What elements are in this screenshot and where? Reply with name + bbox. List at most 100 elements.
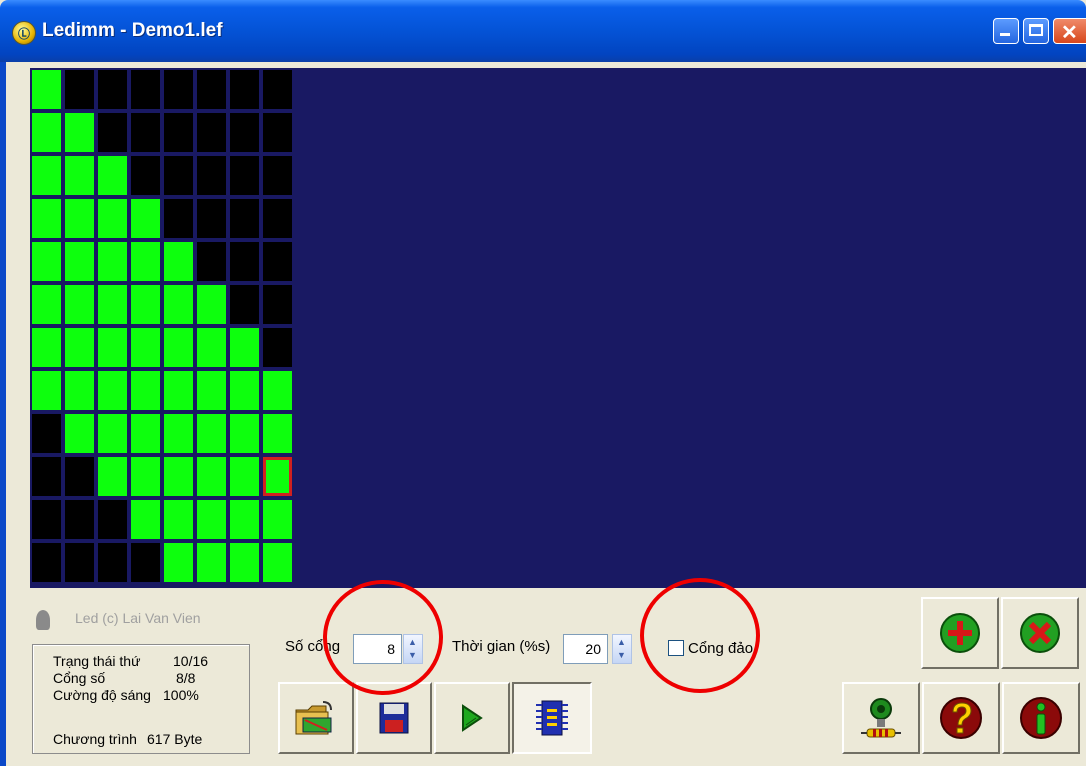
led-cell[interactable] bbox=[32, 199, 61, 238]
time-stepper[interactable]: ▲ ▼ bbox=[612, 634, 632, 664]
led-cell[interactable] bbox=[32, 500, 61, 539]
led-cell[interactable] bbox=[164, 457, 193, 496]
time-input[interactable]: 20 bbox=[563, 634, 608, 664]
chevron-up-icon[interactable]: ▲ bbox=[617, 638, 626, 647]
play-button[interactable] bbox=[434, 682, 510, 754]
led-cell[interactable] bbox=[65, 328, 94, 367]
close-button[interactable]: ✕ bbox=[1053, 18, 1086, 44]
led-cell[interactable] bbox=[197, 242, 226, 281]
led-cell[interactable] bbox=[263, 242, 292, 281]
led-cell[interactable] bbox=[230, 543, 259, 582]
led-cell[interactable] bbox=[98, 156, 127, 195]
hardware-button[interactable] bbox=[842, 682, 920, 754]
led-cell[interactable] bbox=[131, 199, 160, 238]
led-cell[interactable] bbox=[131, 70, 160, 109]
led-cell[interactable] bbox=[65, 285, 94, 324]
led-cell[interactable] bbox=[230, 414, 259, 453]
led-cell[interactable] bbox=[65, 156, 94, 195]
led-cell[interactable] bbox=[164, 199, 193, 238]
led-cell[interactable] bbox=[164, 500, 193, 539]
led-cell[interactable] bbox=[65, 500, 94, 539]
led-cell[interactable] bbox=[98, 113, 127, 152]
led-cell[interactable] bbox=[164, 328, 193, 367]
led-cell[interactable] bbox=[65, 457, 94, 496]
led-cell[interactable] bbox=[164, 156, 193, 195]
led-cell[interactable] bbox=[263, 543, 292, 582]
help-button[interactable] bbox=[922, 682, 1000, 754]
led-cell[interactable] bbox=[131, 543, 160, 582]
led-cell[interactable] bbox=[263, 199, 292, 238]
led-cell[interactable] bbox=[131, 371, 160, 410]
led-cell[interactable] bbox=[263, 371, 292, 410]
led-cell[interactable] bbox=[32, 113, 61, 152]
led-cell[interactable] bbox=[263, 500, 292, 539]
led-cell[interactable] bbox=[32, 457, 61, 496]
led-cell[interactable] bbox=[32, 328, 61, 367]
led-cell[interactable] bbox=[230, 156, 259, 195]
led-cell[interactable] bbox=[263, 285, 292, 324]
led-cell[interactable] bbox=[32, 242, 61, 281]
led-cell[interactable] bbox=[98, 500, 127, 539]
led-cell[interactable] bbox=[263, 414, 292, 453]
led-cell[interactable] bbox=[131, 285, 160, 324]
led-cell[interactable] bbox=[263, 328, 292, 367]
led-cell[interactable] bbox=[263, 457, 292, 496]
led-cell[interactable] bbox=[197, 328, 226, 367]
led-cell[interactable] bbox=[197, 113, 226, 152]
led-cell[interactable] bbox=[230, 457, 259, 496]
led-cell[interactable] bbox=[32, 285, 61, 324]
open-button[interactable] bbox=[278, 682, 354, 754]
led-cell[interactable] bbox=[32, 414, 61, 453]
led-cell[interactable] bbox=[98, 285, 127, 324]
led-cell[interactable] bbox=[32, 156, 61, 195]
led-cell[interactable] bbox=[65, 199, 94, 238]
led-cell[interactable] bbox=[230, 70, 259, 109]
led-matrix[interactable] bbox=[32, 70, 296, 586]
led-cell[interactable] bbox=[263, 113, 292, 152]
led-cell[interactable] bbox=[164, 543, 193, 582]
led-cell[interactable] bbox=[263, 156, 292, 195]
led-cell[interactable] bbox=[197, 500, 226, 539]
led-cell[interactable] bbox=[197, 457, 226, 496]
led-cell[interactable] bbox=[164, 371, 193, 410]
delete-button[interactable] bbox=[1001, 597, 1079, 669]
minimize-button[interactable] bbox=[993, 18, 1019, 44]
led-cell[interactable] bbox=[230, 371, 259, 410]
led-cell[interactable] bbox=[98, 543, 127, 582]
led-cell[interactable] bbox=[65, 70, 94, 109]
led-cell[interactable] bbox=[230, 328, 259, 367]
led-cell[interactable] bbox=[230, 199, 259, 238]
maximize-button[interactable] bbox=[1023, 18, 1049, 44]
led-cell[interactable] bbox=[164, 113, 193, 152]
led-cell[interactable] bbox=[131, 113, 160, 152]
led-cell[interactable] bbox=[131, 156, 160, 195]
led-cell[interactable] bbox=[32, 70, 61, 109]
led-cell[interactable] bbox=[98, 242, 127, 281]
led-cell[interactable] bbox=[164, 70, 193, 109]
led-cell[interactable] bbox=[197, 414, 226, 453]
chevron-down-icon[interactable]: ▼ bbox=[617, 651, 626, 660]
led-cell[interactable] bbox=[65, 543, 94, 582]
led-cell[interactable] bbox=[197, 70, 226, 109]
led-cell[interactable] bbox=[131, 414, 160, 453]
chip-button[interactable] bbox=[512, 682, 592, 754]
led-cell[interactable] bbox=[164, 414, 193, 453]
led-cell[interactable] bbox=[98, 371, 127, 410]
led-cell[interactable] bbox=[197, 156, 226, 195]
led-cell[interactable] bbox=[131, 242, 160, 281]
led-cell[interactable] bbox=[98, 457, 127, 496]
led-cell[interactable] bbox=[98, 199, 127, 238]
led-cell[interactable] bbox=[131, 328, 160, 367]
led-cell[interactable] bbox=[230, 500, 259, 539]
led-cell[interactable] bbox=[98, 414, 127, 453]
led-cell[interactable] bbox=[65, 371, 94, 410]
led-cell[interactable] bbox=[32, 371, 61, 410]
info-button[interactable] bbox=[1002, 682, 1080, 754]
led-cell[interactable] bbox=[164, 285, 193, 324]
led-cell[interactable] bbox=[230, 285, 259, 324]
led-cell[interactable] bbox=[263, 70, 292, 109]
led-cell[interactable] bbox=[197, 285, 226, 324]
led-cell[interactable] bbox=[230, 242, 259, 281]
led-cell[interactable] bbox=[98, 70, 127, 109]
led-cell[interactable] bbox=[197, 371, 226, 410]
